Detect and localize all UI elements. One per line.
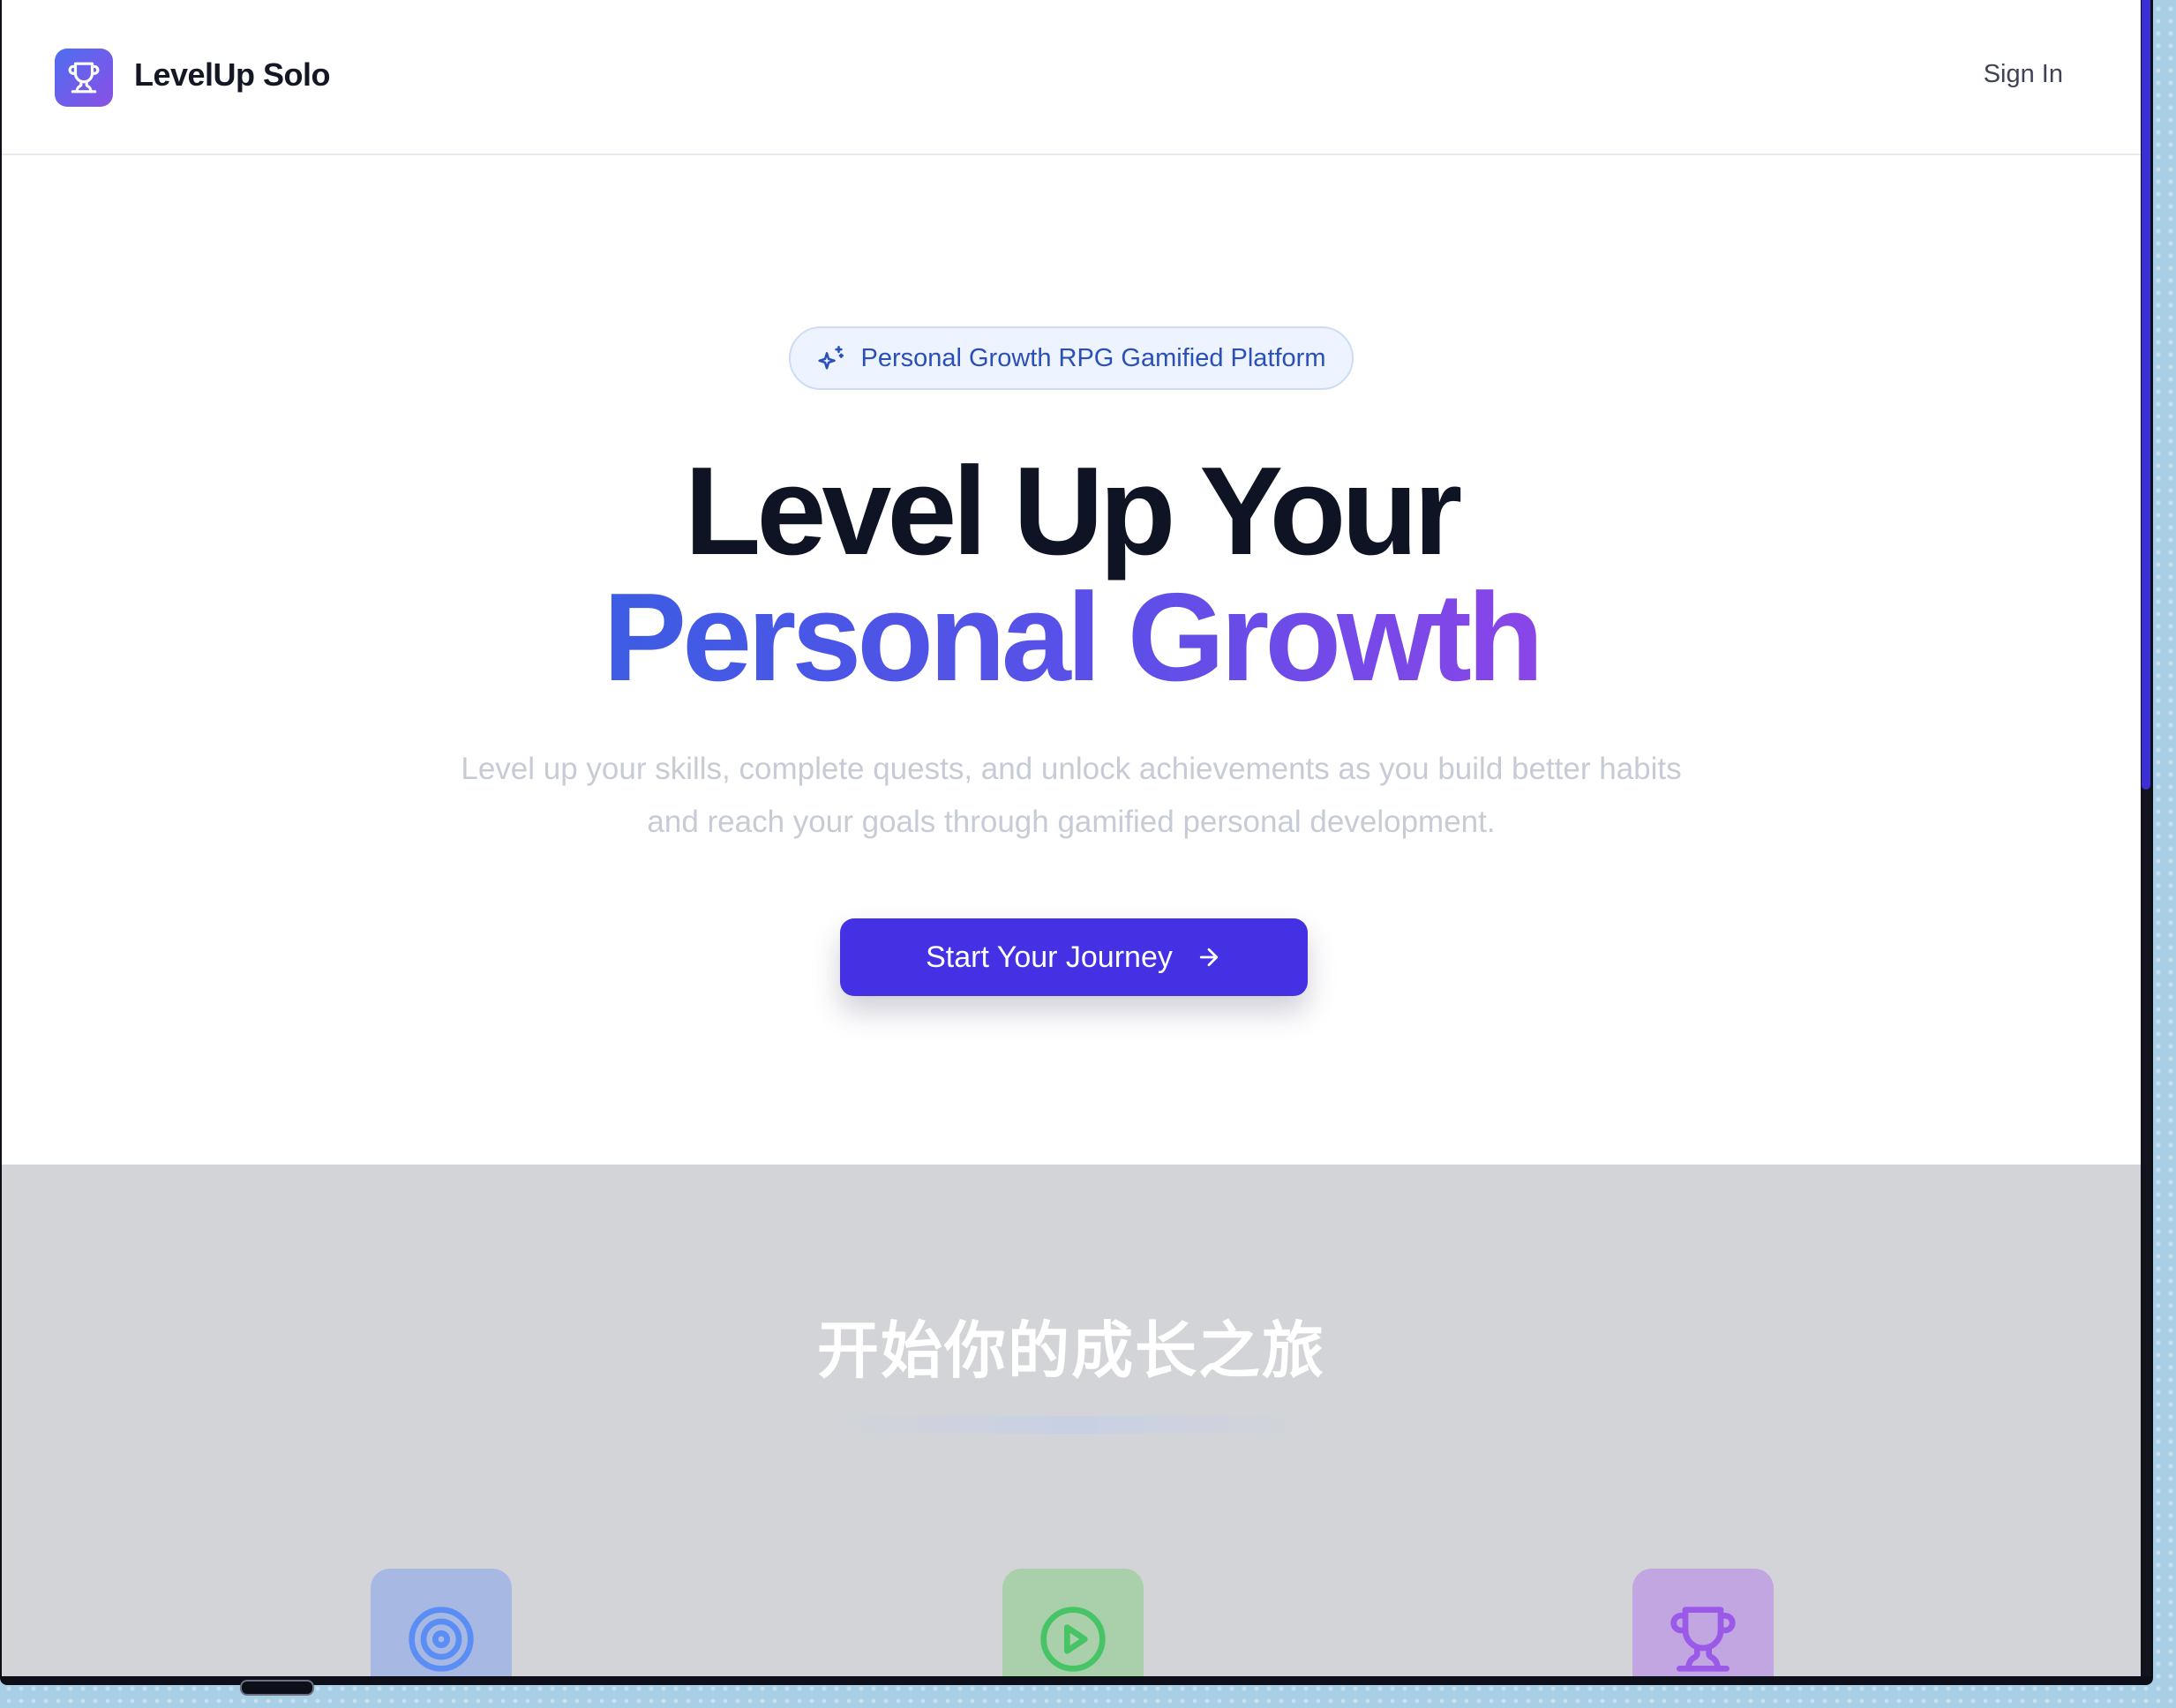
brand-name[interactable]: LevelUp Solo (134, 56, 331, 94)
hero-subtitle: Level up your skills, complete quests, a… (461, 752, 1682, 839)
sign-in-link[interactable]: Sign In (1984, 60, 2063, 89)
badge-label: Personal Growth RPG Gamified Platform (860, 343, 1326, 372)
window-resize-handle[interactable] (240, 1680, 314, 1696)
section-title: 开始你的成长之旅 (817, 1316, 1325, 1385)
site-header: LevelUp Solo Sign In (2, 0, 2141, 155)
hero-title-line1: Level Up Your (684, 441, 1463, 581)
feature-card-achievements (1632, 1569, 1774, 1676)
hero-title-line2: Personal Growth (2, 572, 2141, 704)
play-circle-icon (1040, 1607, 1106, 1672)
section-subtitle-faded (814, 1416, 1329, 1434)
vertical-scrollbar[interactable] (2141, 0, 2151, 1676)
scrollbar-thumb[interactable] (2142, 0, 2150, 790)
arrow-right-icon (1199, 948, 1218, 967)
trophy-icon (68, 62, 100, 94)
cta-label: Start Your Journey (926, 940, 1173, 974)
landing-page: LevelUp Solo Sign In Personal Growth RPG… (2, 0, 2141, 1676)
hero-title-gradient-text: Personal Growth (603, 567, 1543, 708)
start-journey-button[interactable]: Start Your Journey (840, 918, 1308, 996)
logo[interactable] (55, 49, 113, 107)
sparkles-icon (818, 345, 844, 370)
browser-window: LevelUp Solo Sign In Personal Growth RPG… (0, 0, 2153, 1685)
feature-card-goals (371, 1569, 512, 1676)
hero-badge: Personal Growth RPG Gamified Platform (789, 326, 1354, 390)
trophy-icon (1670, 1607, 1736, 1672)
target-icon (409, 1607, 474, 1672)
journey-section: 开始你的成长之旅 (2, 1165, 2141, 1676)
feature-card-quests (1002, 1569, 1144, 1676)
